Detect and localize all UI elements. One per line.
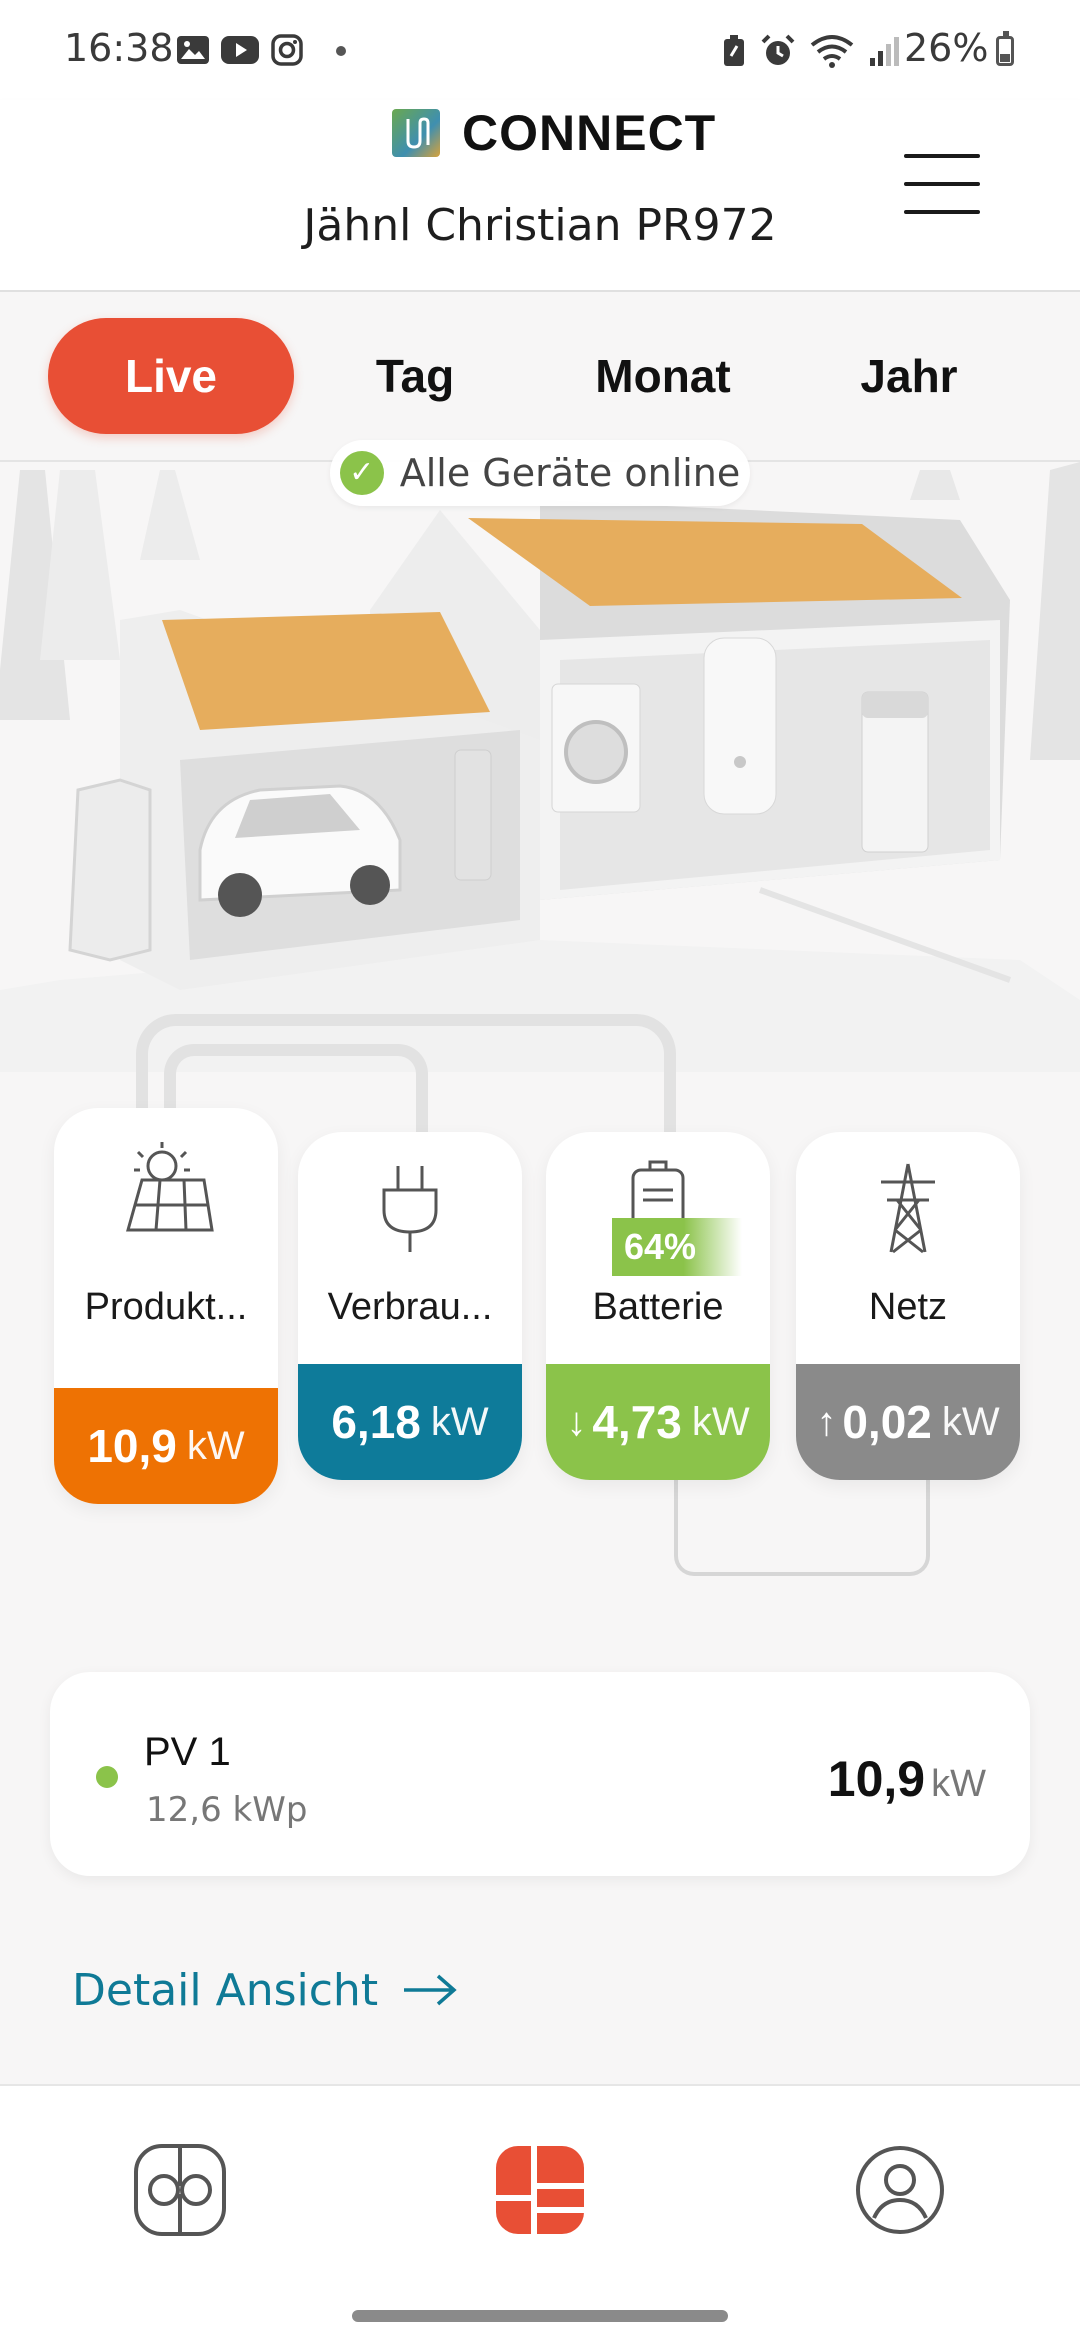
status-system-icons <box>722 28 902 74</box>
hamburger-menu-button[interactable] <box>904 150 984 220</box>
production-value: 10,9 kW <box>54 1388 278 1504</box>
pv-power-unit: kW <box>931 1763 986 1805</box>
grid-unit: kW <box>941 1399 1000 1444</box>
production-title: Produkt... <box>84 1286 248 1328</box>
gallery-icon <box>177 36 209 64</box>
online-status-text: Alle Geräte online <box>399 451 741 495</box>
grid-title: Netz <box>868 1286 948 1328</box>
grid-number: 0,02 <box>842 1396 932 1448</box>
instagram-icon <box>271 34 303 66</box>
brand-name: CONNECT <box>462 105 717 161</box>
consumption-card[interactable]: Verbrau... 6,18 kW <box>298 1132 522 1480</box>
pv-power: 10,9 kW <box>780 1750 986 1808</box>
tab-live[interactable]: Live <box>48 318 294 434</box>
solar-roof-left <box>162 612 490 730</box>
grid-connection-line <box>674 1474 930 1576</box>
consumption-number: 6,18 <box>331 1396 421 1448</box>
pv-power-number: 10,9 <box>827 1751 926 1807</box>
tab-jahr[interactable]: Jahr <box>786 318 1032 434</box>
solar-panel-icon <box>54 1140 278 1240</box>
battery-card[interactable]: Batterie ↓ 4,73 kW <box>546 1132 770 1480</box>
menu-line-icon <box>904 154 980 158</box>
grid-card[interactable]: Netz ↑ 0,02 kW <box>796 1132 1020 1480</box>
profile-icon <box>856 2146 944 2234</box>
nav-dashboard-button[interactable] <box>490 2140 590 2240</box>
notification-dot <box>336 46 346 56</box>
status-notification-icons <box>176 30 304 70</box>
export-arrow-icon: ↑ <box>816 1399 837 1444</box>
detail-view-link[interactable]: Detail Ansicht <box>72 1962 458 2018</box>
discharge-arrow-icon: ↓ <box>566 1399 587 1444</box>
production-number: 10,9 <box>87 1420 177 1472</box>
house-illustration <box>0 462 1080 1072</box>
signal-icon <box>870 37 899 66</box>
home-indicator[interactable] <box>352 2310 728 2322</box>
nav-overview-button[interactable] <box>130 2140 230 2240</box>
power-tower-icon <box>796 1160 1020 1260</box>
battery-percent: 26% <box>904 26 989 70</box>
menu-line-icon <box>904 182 980 186</box>
battery-value: ↓ 4,73 kW <box>546 1364 770 1480</box>
battery-status-icon <box>996 31 1014 66</box>
grid-value: ↑ 0,02 kW <box>796 1364 1020 1480</box>
production-card[interactable]: Produkt... 10,9 kW <box>54 1108 278 1504</box>
detail-view-label: Detail Ansicht <box>72 1964 379 2016</box>
pv-name: PV 1 <box>144 1730 231 1774</box>
brand: CONNECT <box>392 103 715 163</box>
check-icon: ✓ <box>339 451 384 495</box>
battery-title: Batterie <box>592 1286 724 1328</box>
arrow-right-icon <box>404 1974 457 2006</box>
alarm-icon <box>761 34 795 65</box>
overview-icon <box>134 2144 226 2236</box>
plug-icon <box>298 1160 522 1260</box>
consumption-value: 6,18 kW <box>298 1364 522 1480</box>
battery-unit: kW <box>691 1399 750 1444</box>
tab-monat[interactable]: Monat <box>540 318 786 434</box>
battery-soc-badge: 64% <box>612 1218 742 1276</box>
nav-profile-button[interactable] <box>850 2140 950 2240</box>
online-status-badge: ✓ Alle Geräte online <box>330 440 750 506</box>
battery-number: 4,73 <box>592 1396 682 1448</box>
consumption-title: Verbrau... <box>327 1286 493 1328</box>
tab-tag[interactable]: Tag <box>292 318 538 434</box>
consumption-unit: kW <box>430 1399 489 1444</box>
pv-capacity: 12,6 kWp <box>146 1790 308 1830</box>
menu-line-icon <box>904 210 980 214</box>
dashboard-icon <box>496 2146 584 2234</box>
battery-saver-icon <box>724 35 744 66</box>
wifi-icon <box>810 35 854 68</box>
status-time: 16:38 <box>64 26 174 70</box>
plant-name: Jähnl Christian PR972 <box>303 200 777 251</box>
production-unit: kW <box>186 1423 245 1468</box>
pv-status-dot <box>96 1766 118 1788</box>
youtube-icon <box>221 36 259 64</box>
brand-logo-icon <box>392 109 440 157</box>
